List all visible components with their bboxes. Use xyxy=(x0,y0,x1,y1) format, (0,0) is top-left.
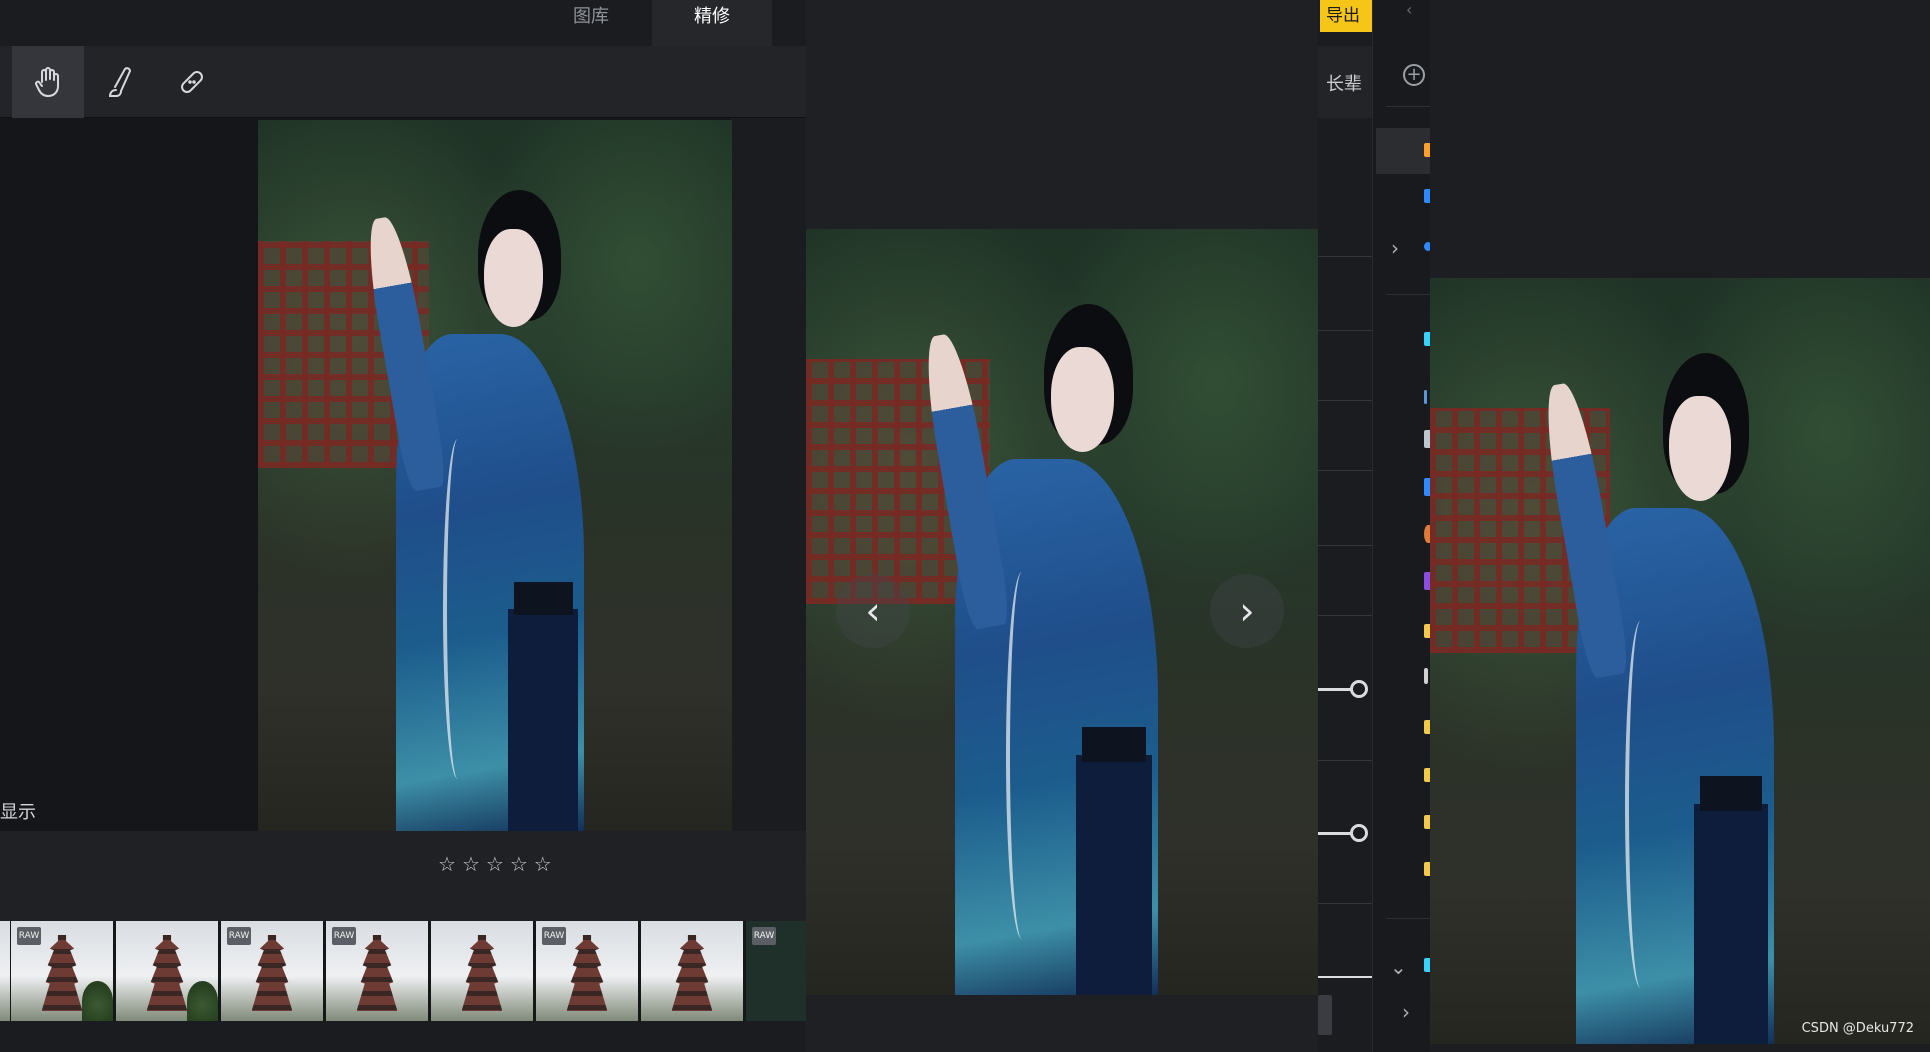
filmstrip-thumb[interactable]: RAW xyxy=(11,921,113,1021)
hand-tool-button[interactable] xyxy=(12,46,84,118)
chevron-right-icon: › xyxy=(1239,589,1255,633)
chevron-left-icon: ‹ xyxy=(1406,0,1413,19)
plus-icon: + xyxy=(1406,64,1422,85)
adjust-slider-handle[interactable] xyxy=(1350,680,1368,698)
collapse-panel-button[interactable]: ‹ xyxy=(1372,0,1430,30)
divider xyxy=(1318,330,1372,331)
brush-tool-button[interactable] xyxy=(84,46,156,118)
filmstrip-thumb-portrait[interactable]: RAW xyxy=(746,921,806,1021)
tool-bar xyxy=(0,46,806,118)
star-icon[interactable]: ☆ xyxy=(438,852,456,876)
display-label: 显示 xyxy=(0,802,36,823)
bandage-icon xyxy=(177,67,207,97)
raw-badge: RAW xyxy=(332,927,356,945)
filmstrip-thumb[interactable] xyxy=(431,921,533,1021)
watermark: CSDN @Deku772 xyxy=(1801,1021,1914,1036)
adjust-slider-track[interactable] xyxy=(1318,976,1372,978)
compare-photo[interactable]: CSDN @Deku772 xyxy=(1430,278,1930,1044)
adjust-slider-handle[interactable] xyxy=(1350,824,1368,842)
divider xyxy=(1386,106,1430,107)
previous-photo-button[interactable]: ‹ xyxy=(836,574,910,648)
divider xyxy=(1318,760,1372,761)
divider xyxy=(1318,400,1372,401)
export-button[interactable]: 导出 xyxy=(1320,0,1374,32)
chevron-right-icon[interactable]: › xyxy=(1402,1000,1410,1024)
left-canvas-margin xyxy=(730,118,806,831)
star-icon[interactable]: ☆ xyxy=(510,852,528,876)
filmstrip-thumb[interactable] xyxy=(116,921,218,1021)
filmstrip-thumb[interactable]: RAW xyxy=(326,921,428,1021)
raw-badge: RAW xyxy=(542,927,566,945)
divider xyxy=(1386,918,1430,919)
raw-badge: RAW xyxy=(17,927,41,945)
chevron-right-icon[interactable]: › xyxy=(1391,236,1399,260)
layer-color-marker xyxy=(1424,668,1428,684)
tab-gallery[interactable]: 图库 xyxy=(560,0,622,46)
divider xyxy=(1318,903,1372,904)
raw-badge: RAW xyxy=(227,927,251,945)
filmstrip-thumb[interactable]: RAW xyxy=(221,921,323,1021)
elder-preset-label[interactable]: 长辈 xyxy=(1326,70,1362,96)
add-layer-button[interactable]: + xyxy=(1403,64,1425,86)
star-icon[interactable]: ☆ xyxy=(462,852,480,876)
divider xyxy=(1386,294,1430,295)
healing-tool-button[interactable] xyxy=(156,46,228,118)
next-photo-button[interactable]: › xyxy=(1210,574,1284,648)
raw-badge: RAW xyxy=(752,927,776,945)
selected-layer-row[interactable] xyxy=(1376,128,1430,174)
filmstrip: RAW RAW RAW RAW RAW xyxy=(0,921,806,1021)
adjustments-panel xyxy=(1318,0,1372,1052)
editing-photo[interactable] xyxy=(258,120,732,831)
rating-bar xyxy=(0,831,806,921)
hand-icon xyxy=(33,66,63,98)
star-rating[interactable]: ☆ ☆ ☆ ☆ ☆ xyxy=(438,852,552,876)
divider xyxy=(1318,545,1372,546)
top-tab-bar: 图库 精修 xyxy=(0,0,806,46)
adjust-button[interactable] xyxy=(1318,995,1332,1035)
chevron-left-icon: ‹ xyxy=(865,589,881,633)
divider xyxy=(1318,615,1372,616)
layer-color-marker xyxy=(1424,390,1427,404)
divider xyxy=(1318,470,1372,471)
filmstrip-thumb[interactable] xyxy=(0,921,10,1021)
divider xyxy=(1318,256,1372,257)
left-status-strip xyxy=(0,1021,806,1052)
chevron-down-icon[interactable]: ⌄ xyxy=(1390,955,1407,979)
tab-retouch[interactable]: 精修 xyxy=(652,0,772,46)
filmstrip-thumb[interactable] xyxy=(641,921,743,1021)
brush-icon xyxy=(106,66,134,98)
star-icon[interactable]: ☆ xyxy=(534,852,552,876)
filmstrip-thumb[interactable]: RAW xyxy=(536,921,638,1021)
star-icon[interactable]: ☆ xyxy=(486,852,504,876)
